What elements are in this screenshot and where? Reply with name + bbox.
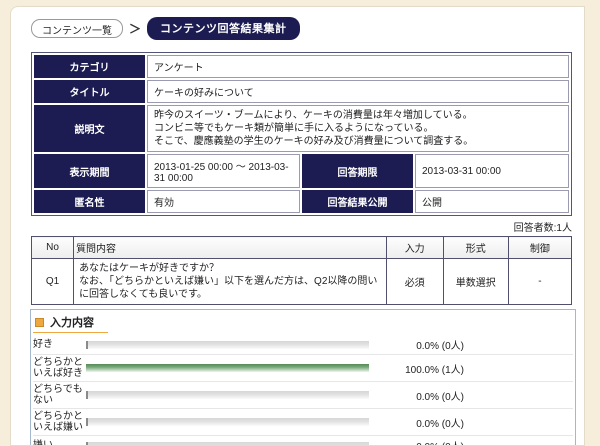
respondent-count: 回答者数:1人 (31, 219, 572, 234)
question-text: あなたはケーキが好きですか？ なお、「どちらかといえば嫌い」以下を選んだ方は、Q… (74, 259, 387, 305)
table-row: 匿名性 有効 回答結果公開 公開 (34, 190, 569, 213)
bar-track (86, 391, 369, 399)
breadcrumb-arrow-icon: ＞ (128, 20, 142, 37)
table-row: Q1 あなたはケーキが好きですか？ なお、「どちらかといえば嫌い」以下を選んだ方… (32, 259, 572, 305)
question-control: - (508, 259, 571, 305)
bar-category-label: どちらかといえば好き (33, 357, 86, 379)
chart-rows: 好き 0.0% (0人) どちらかといえば好き 100.0% (1人) どちらでもない 0… (33, 335, 573, 446)
bar-row: 嫌い 0.0% (0人) (33, 436, 573, 446)
bar-value-label: 0.0% (0人) (369, 415, 464, 430)
answer-deadline-label: 回答期限 (302, 154, 413, 188)
bar-track (86, 418, 369, 426)
bar-track (86, 442, 369, 446)
bar-value-label: 0.0% (0人) (369, 337, 464, 352)
description-line: 昨今のスイーツ・ブームにより、ケーキの消費量は年々増加している。 (154, 109, 562, 122)
description-line: そこで、慶應義塾の学生のケーキの好み及び消費量について調査する。 (154, 135, 562, 148)
anonymity-value: 有効 (147, 190, 300, 213)
breadcrumb: コンテンツ一覧 ＞ コンテンツ回答結果集計 (31, 18, 584, 39)
bar-zero-tick (86, 341, 88, 349)
bar-zero-tick (86, 442, 88, 446)
bar-track (86, 341, 369, 349)
header-control: 制御 (508, 237, 571, 259)
question-table: No 質問内容 入力 形式 制御 Q1 あなたはケーキが好きですか？ なお、「ど… (31, 236, 572, 305)
table-row: 説明文 昨今のスイーツ・ブームにより、ケーキの消費量は年々増加している。 コンビ… (34, 105, 569, 152)
bar-row: どちらでもない 0.0% (0人) (33, 382, 573, 409)
category-value: アンケート (147, 55, 569, 78)
section-title: 入力内容 (50, 314, 94, 330)
bar-track (86, 364, 369, 372)
result-publish-value: 公開 (415, 190, 569, 213)
question-line: なお、「どちらかといえば嫌い」以下を選んだ方は、Q2以降の問いに回答しなくても良… (79, 275, 381, 301)
bar-fill (86, 364, 369, 372)
table-row: タイトル ケーキの好みについて (34, 80, 569, 103)
bar-zero-tick (86, 418, 88, 426)
description-label: 説明文 (34, 105, 145, 152)
title-label: タイトル (34, 80, 145, 103)
bar-row: 好き 0.0% (0人) (33, 335, 573, 355)
display-period-value: 2013-01-25 00:00 ～ 2013-03-31 00:00 (147, 154, 300, 188)
bar-category-label: 好き (33, 339, 86, 350)
bar-category-label: どちらでもない (33, 384, 86, 406)
header-format: 形式 (443, 237, 508, 259)
description-value: 昨今のスイーツ・ブームにより、ケーキの消費量は年々増加している。 コンビニ等でも… (147, 105, 569, 152)
question-format: 単数選択 (443, 259, 508, 305)
content-panel: コンテンツ一覧 ＞ コンテンツ回答結果集計 カテゴリ アンケート タイトル ケー… (10, 6, 585, 446)
category-label: カテゴリ (34, 55, 145, 78)
bar-zero-tick (86, 391, 88, 399)
bar-row: どちらかといえば嫌い 0.0% (0人) (33, 409, 573, 436)
bar-row: どちらかといえば好き 100.0% (1人) (33, 355, 573, 382)
bar-category-label: 嫌い (33, 440, 86, 446)
result-publish-label: 回答結果公開 (302, 190, 413, 213)
header-input: 入力 (386, 237, 443, 259)
title-value: ケーキの好みについて (147, 80, 569, 103)
question-no: Q1 (32, 259, 74, 305)
anonymity-label: 匿名性 (34, 190, 145, 213)
content-list-button[interactable]: コンテンツ一覧 (31, 19, 123, 38)
table-row: 表示期間 2013-01-25 00:00 ～ 2013-03-31 00:00… (34, 154, 569, 188)
current-page-badge: コンテンツ回答結果集計 (147, 17, 300, 40)
header-no: No (32, 237, 74, 259)
section-bullet-icon (35, 318, 44, 327)
answer-deadline-value: 2013-03-31 00:00 (415, 154, 569, 188)
answer-chart-section: 入力内容 好き0.0% (0人)どちらかといえば好き100.0% (1人)どちら… (30, 309, 576, 446)
header-question: 質問内容 (74, 237, 387, 259)
description-line: コンビニ等でもケーキ類が簡単に手に入るようになっている。 (154, 122, 562, 135)
question-line: あなたはケーキが好きですか？ (79, 262, 381, 275)
section-header: 入力内容 (33, 313, 108, 333)
bar-value-label: 0.0% (0人) (369, 388, 464, 403)
bar-value-label: 0.0% (0人) (369, 438, 464, 446)
bar-category-label: どちらかといえば嫌い (33, 411, 86, 433)
bar-value-label: 100.0% (1人) (369, 361, 464, 376)
survey-info-table: カテゴリ アンケート タイトル ケーキの好みについて 説明文 昨今のスイーツ・ブ… (31, 52, 572, 216)
question-input: 必須 (386, 259, 443, 305)
table-row: カテゴリ アンケート (34, 55, 569, 78)
question-table-header-row: No 質問内容 入力 形式 制御 (32, 237, 572, 259)
display-period-label: 表示期間 (34, 154, 145, 188)
